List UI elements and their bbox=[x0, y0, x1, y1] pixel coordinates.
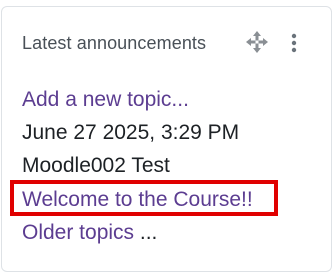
older-topics-row: Older topics ... bbox=[22, 220, 157, 246]
post-date: June 27 2025, 3:29 PM bbox=[22, 121, 240, 144]
add-new-topic-link[interactable]: Add a new topic... bbox=[22, 87, 189, 113]
older-topics-link[interactable]: Older topics bbox=[22, 221, 134, 244]
block-title: Latest announcements bbox=[22, 33, 207, 53]
older-topics-ellipsis: ... bbox=[134, 221, 158, 244]
highlight-box bbox=[10, 180, 278, 216]
post-author: Moodle002 Test bbox=[22, 154, 170, 177]
kebab-menu-icon[interactable] bbox=[286, 33, 302, 53]
move-icon[interactable] bbox=[245, 30, 269, 54]
